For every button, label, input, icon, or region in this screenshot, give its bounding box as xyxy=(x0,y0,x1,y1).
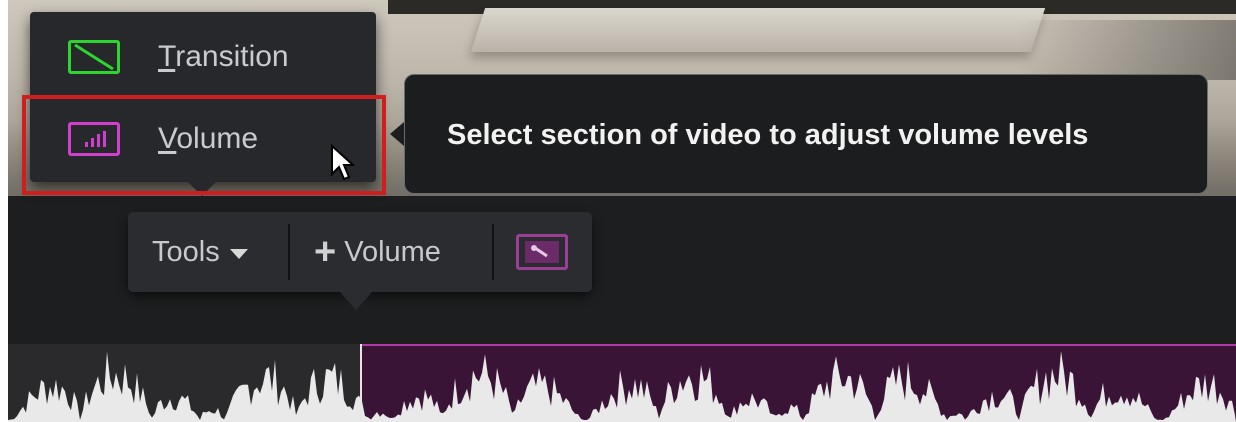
tooltip-text: Select section of video to adjust volume… xyxy=(447,119,1089,151)
tools-dropdown-button[interactable]: Tools xyxy=(152,212,288,292)
audio-timeline[interactable] xyxy=(8,344,1236,422)
volume-keyframe-icon xyxy=(516,234,568,270)
audio-waveform xyxy=(8,351,1236,422)
tooltip: Select section of video to adjust volume… xyxy=(404,74,1208,194)
add-volume-button[interactable]: + Volume xyxy=(314,212,484,292)
video-shade xyxy=(1018,20,1236,80)
menu-item-label: Transition xyxy=(158,40,289,73)
toolbar-divider xyxy=(492,224,494,280)
video-concrete-beam xyxy=(470,8,1046,52)
selection-start-marker[interactable] xyxy=(360,344,362,422)
toolbar-pointer xyxy=(340,292,372,310)
mouse-cursor-icon xyxy=(331,144,356,181)
screenshot-stage: Transition Volume Select section of vide… xyxy=(0,0,1236,422)
add-volume-label: Volume xyxy=(344,235,441,268)
plus-icon: + xyxy=(314,231,337,273)
transition-icon xyxy=(68,40,120,74)
tooltip-pointer xyxy=(390,122,404,146)
chevron-down-icon xyxy=(229,248,248,259)
tools-label: Tools xyxy=(152,235,220,268)
volume-keyframe-button[interactable] xyxy=(514,212,570,292)
toolbar-divider xyxy=(288,224,290,280)
menu-item-transition[interactable]: Transition xyxy=(30,20,376,94)
volume-toolbar: Tools + Volume xyxy=(128,212,592,292)
waveform-path xyxy=(8,351,1236,422)
